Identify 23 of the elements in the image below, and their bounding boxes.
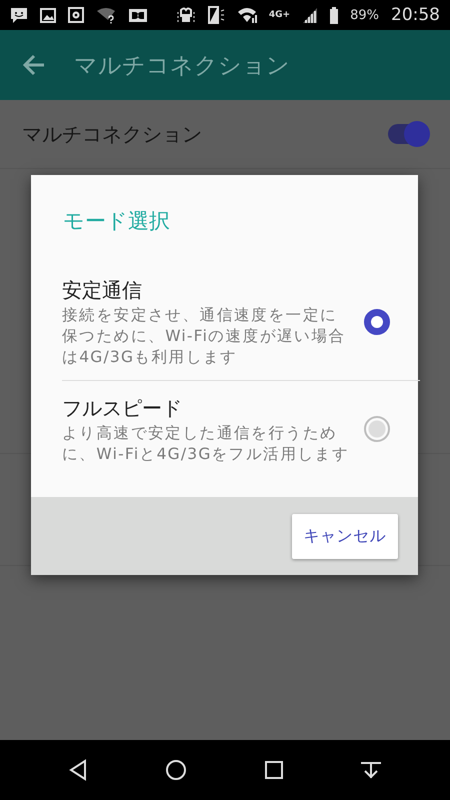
option-title: 安定通信 — [62, 277, 143, 304]
radio-button[interactable] — [364, 308, 390, 334]
dialog-title: モード選択 — [62, 208, 171, 235]
setting-title: マルチコネクション — [22, 120, 202, 148]
network-type: 4G+ — [268, 10, 290, 20]
clock: 20:58 — [391, 5, 440, 25]
radio-button[interactable] — [364, 416, 390, 442]
screen-title: マルチコネクション — [74, 52, 290, 80]
wifi-question-icon — [96, 6, 116, 24]
phone-vibrate-icon — [206, 6, 225, 24]
option-description: より高速で安定した通信を行うために、Wi-Fiと4G/3Gをフル活用します — [62, 423, 350, 465]
option-title: フルスピード — [62, 395, 183, 422]
gear-icon — [68, 7, 84, 23]
image-icon — [40, 6, 56, 24]
battery-icon — [330, 6, 338, 24]
wifi-icon — [236, 6, 257, 24]
home-button[interactable] — [164, 758, 188, 782]
gift-icon — [176, 6, 195, 24]
signal-icon — [302, 6, 318, 24]
option-description: 接続を安定させ、通信速度を一定に保つために、Wi-Fiの速度が遅い場合は4G/3Gも利用します — [62, 305, 347, 368]
battery-percent: 89% — [350, 8, 379, 22]
message-icon — [10, 6, 28, 24]
cancel-button[interactable]: キャンセル — [292, 514, 398, 559]
